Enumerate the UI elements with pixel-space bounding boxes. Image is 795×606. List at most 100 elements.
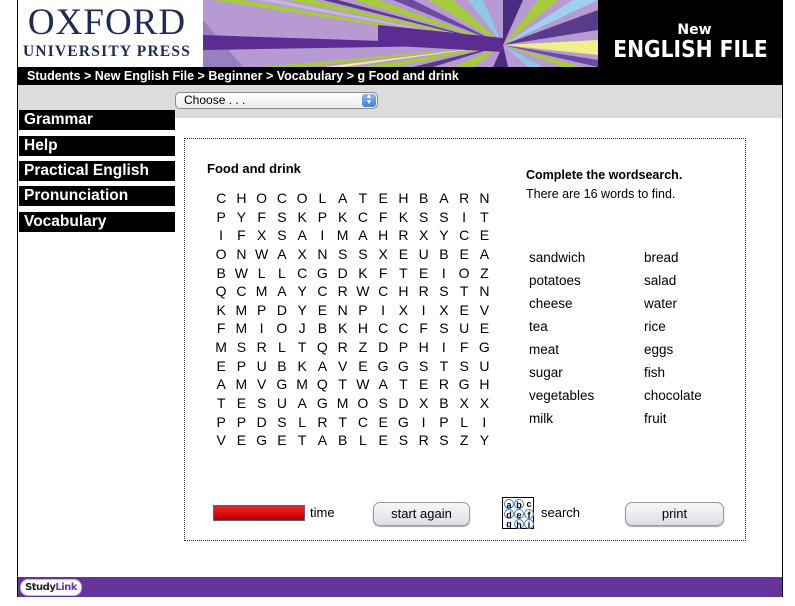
breadcrumb-vocabulary[interactable]: Vocabulary	[277, 69, 343, 83]
grid-letter[interactable]: J	[292, 319, 312, 338]
grid-letter[interactable]: A	[272, 282, 292, 301]
grid-letter[interactable]: O	[272, 319, 292, 338]
grid-letter[interactable]: A	[272, 245, 292, 264]
grid-letter[interactable]: C	[373, 319, 393, 338]
grid-letter[interactable]: O	[211, 245, 231, 264]
grid-letter[interactable]: A	[312, 431, 332, 450]
grid-letter[interactable]: L	[312, 189, 332, 208]
grid-letter[interactable]: G	[393, 357, 413, 376]
sidebar-item-practical-english[interactable]: Practical English	[19, 161, 175, 181]
grid-letter[interactable]: I	[454, 208, 474, 227]
grid-letter[interactable]: S	[414, 357, 434, 376]
grid-letter[interactable]: M	[333, 226, 353, 245]
grid-letter[interactable]: Y	[292, 282, 312, 301]
print-button[interactable]: print	[625, 502, 724, 526]
grid-letter[interactable]: I	[211, 226, 231, 245]
grid-letter[interactable]: B	[211, 264, 231, 283]
grid-letter[interactable]: P	[231, 413, 251, 432]
grid-letter[interactable]: B	[333, 431, 353, 450]
grid-letter[interactable]: U	[474, 357, 494, 376]
grid-letter[interactable]: B	[272, 357, 292, 376]
grid-letter[interactable]: K	[292, 357, 312, 376]
grid-letter[interactable]: S	[353, 245, 373, 264]
grid-letter[interactable]: Y	[292, 301, 312, 320]
grid-letter[interactable]: P	[231, 357, 251, 376]
grid-letter[interactable]: Q	[312, 375, 332, 394]
grid-letter[interactable]: P	[312, 208, 332, 227]
grid-letter[interactable]: R	[393, 226, 413, 245]
grid-letter[interactable]: S	[272, 226, 292, 245]
grid-letter[interactable]: Y	[434, 226, 454, 245]
grid-letter[interactable]: N	[474, 282, 494, 301]
grid-letter[interactable]: S	[434, 282, 454, 301]
grid-letter[interactable]: T	[393, 375, 413, 394]
breadcrumb-students[interactable]: Students	[27, 69, 80, 83]
grid-letter[interactable]: U	[454, 319, 474, 338]
grid-letter[interactable]: R	[333, 282, 353, 301]
grid-letter[interactable]: C	[373, 282, 393, 301]
grid-letter[interactable]: K	[292, 208, 312, 227]
grid-letter[interactable]: I	[414, 413, 434, 432]
grid-letter[interactable]: A	[211, 375, 231, 394]
grid-letter[interactable]: W	[353, 375, 373, 394]
grid-letter[interactable]: L	[353, 431, 373, 450]
grid-letter[interactable]: R	[454, 189, 474, 208]
grid-letter[interactable]: R	[414, 431, 434, 450]
grid-letter[interactable]: G	[373, 357, 393, 376]
grid-letter[interactable]: O	[353, 394, 373, 413]
grid-letter[interactable]: U	[414, 245, 434, 264]
grid-letter[interactable]: I	[312, 226, 332, 245]
grid-letter[interactable]: A	[333, 189, 353, 208]
grid-letter[interactable]: M	[231, 301, 251, 320]
grid-letter[interactable]: S	[414, 208, 434, 227]
grid-letter[interactable]: F	[211, 319, 231, 338]
grid-letter[interactable]: X	[434, 301, 454, 320]
grid-letter[interactable]: P	[353, 301, 373, 320]
grid-letter[interactable]: M	[231, 375, 251, 394]
grid-letter[interactable]: E	[454, 301, 474, 320]
grid-letter[interactable]: C	[454, 226, 474, 245]
grid-letter[interactable]: O	[454, 264, 474, 283]
grid-letter[interactable]: A	[373, 375, 393, 394]
sidebar-item-pronunciation[interactable]: Pronunciation	[19, 186, 175, 206]
grid-letter[interactable]: E	[353, 357, 373, 376]
grid-letter[interactable]: I	[414, 301, 434, 320]
grid-letter[interactable]: Q	[312, 338, 332, 357]
grid-letter[interactable]: C	[312, 282, 332, 301]
grid-letter[interactable]: N	[474, 189, 494, 208]
grid-letter[interactable]: S	[272, 413, 292, 432]
choose-select[interactable]: Choose . . . ▲ ▼	[175, 92, 378, 109]
grid-letter[interactable]: A	[292, 394, 312, 413]
sidebar-item-help[interactable]: Help	[19, 136, 175, 156]
grid-letter[interactable]: E	[231, 394, 251, 413]
grid-letter[interactable]: U	[252, 357, 272, 376]
grid-letter[interactable]: P	[211, 208, 231, 227]
grid-letter[interactable]: E	[272, 431, 292, 450]
grid-letter[interactable]: E	[393, 245, 413, 264]
grid-letter[interactable]: K	[333, 319, 353, 338]
grid-letter[interactable]: M	[252, 282, 272, 301]
grid-letter[interactable]: C	[231, 282, 251, 301]
grid-letter[interactable]: E	[231, 431, 251, 450]
grid-letter[interactable]: H	[393, 189, 413, 208]
grid-letter[interactable]: R	[414, 282, 434, 301]
grid-letter[interactable]: D	[272, 301, 292, 320]
grid-letter[interactable]: V	[474, 301, 494, 320]
grid-letter[interactable]: D	[333, 264, 353, 283]
grid-letter[interactable]: X	[373, 245, 393, 264]
grid-letter[interactable]: I	[474, 413, 494, 432]
grid-letter[interactable]: T	[333, 375, 353, 394]
grid-letter[interactable]: S	[333, 245, 353, 264]
grid-letter[interactable]: P	[211, 413, 231, 432]
grid-letter[interactable]: C	[292, 264, 312, 283]
start-again-button[interactable]: start again	[373, 502, 470, 526]
grid-letter[interactable]: T	[292, 338, 312, 357]
grid-letter[interactable]: L	[272, 264, 292, 283]
grid-letter[interactable]: C	[272, 189, 292, 208]
grid-letter[interactable]: T	[353, 189, 373, 208]
grid-letter[interactable]: B	[312, 319, 332, 338]
grid-letter[interactable]: T	[393, 264, 413, 283]
grid-letter[interactable]: I	[252, 319, 272, 338]
grid-letter[interactable]: X	[474, 394, 494, 413]
grid-letter[interactable]: F	[373, 264, 393, 283]
